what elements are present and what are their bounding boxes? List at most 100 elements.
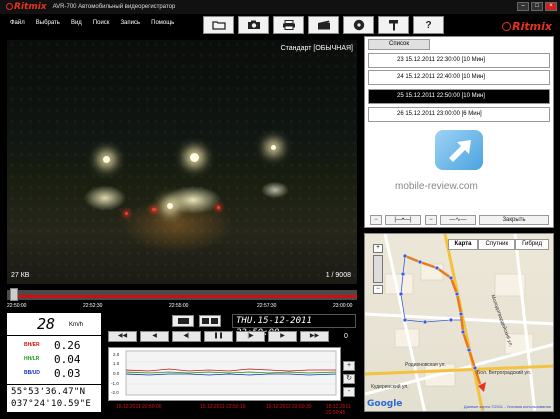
file-list-item[interactable]: 23 15.12.2011 22:30:00 [10 Мин]	[368, 53, 550, 68]
close-list-button[interactable]: Закрыть	[479, 215, 549, 225]
toolbar: ?	[203, 16, 444, 34]
speed-unit: Km/h	[69, 322, 84, 328]
rewind-button[interactable]: ◀◀	[108, 331, 137, 342]
playback-counter: 0	[344, 333, 348, 340]
map-panel[interactable]: + − Карта Спутник Гибрид Родионовская ул…	[364, 233, 554, 412]
graph-tick: -1.0	[111, 381, 119, 386]
menu-search[interactable]: Поиск	[93, 20, 110, 26]
timeline-label: 23:00:00	[333, 303, 353, 309]
tab-hybrid[interactable]: Гибрид	[515, 239, 549, 250]
speed-readout: 28 Km/h	[7, 313, 101, 336]
g-sensor-plot: 2.0 1.0 0.0 -1.0 -2.0	[111, 350, 337, 396]
tab-list[interactable]: Список	[368, 39, 430, 50]
title-bar: Ritmix AVR-700 Автомобильный видеорегист…	[0, 0, 560, 14]
burn-disc-button[interactable]	[343, 16, 374, 34]
file-list-item[interactable]: 26 15.12.2011 23:00:00 [6 Мин]	[368, 107, 550, 122]
video-bitrate-label: 27 КВ	[11, 272, 30, 279]
prev-frame-button[interactable]: ◀|	[172, 331, 201, 342]
g-sensor-value: 0.04	[54, 353, 81, 366]
map-zoom-slider[interactable]	[373, 255, 383, 283]
graph-refresh-button[interactable]: ↻	[343, 374, 355, 384]
pause-button[interactable]: ❚❚	[204, 331, 233, 342]
g-sensor-label: BB/UD	[24, 370, 40, 376]
help-button[interactable]: ?	[413, 16, 444, 34]
file-list-panel: Список 23 15.12.2011 22:30:00 [10 Мин] 2…	[364, 36, 554, 228]
file-list-actions: − |—•—| − —∿— Закрыть	[368, 214, 550, 226]
snapshot-button[interactable]	[238, 16, 269, 34]
graph-zoom-in-button[interactable]: +	[343, 361, 355, 371]
street-label: Бол. Ветроградский ул.	[477, 370, 532, 376]
menu-record[interactable]: Запись	[120, 20, 140, 26]
file-list-item-selected[interactable]: 25 15.12.2011 22:50:00 [10 Мин]	[368, 89, 550, 104]
graph-time: 15.12.2011 22:50:45	[326, 404, 351, 416]
menu-file[interactable]: Файл	[10, 20, 25, 26]
file-list-item[interactable]: 24 15.12.2011 22:40:00 [10 Мин]	[368, 70, 550, 85]
waveform-button[interactable]: —∿—	[440, 215, 476, 225]
longitude: 037°24'10.59"E	[11, 399, 92, 409]
graph-tick: 0.0	[113, 371, 120, 376]
street-label: Родионовская ул.	[405, 362, 446, 368]
map-zoom-in-button[interactable]: +	[373, 244, 383, 253]
video-player[interactable]: Стандарт [ОБЫЧНАЯ] 27 КВ 1 / 9008	[7, 40, 357, 284]
g-sensor-graph: 2.0 1.0 0.0 -1.0 -2.0	[108, 347, 341, 401]
timeline-label: 22:50:00	[7, 303, 27, 309]
step-back-button[interactable]: ◀	[140, 331, 169, 342]
g-sensor-row: BB/UD 0.03	[24, 367, 94, 380]
graph-zoom-out-button[interactable]: -	[343, 387, 355, 397]
map-zoom-out-button[interactable]: −	[373, 285, 383, 294]
window-controls: – □ ×	[517, 2, 557, 11]
range-slider[interactable]: |—•—|	[385, 215, 421, 225]
zoom-out-button[interactable]: −	[370, 215, 382, 225]
tab-satellite[interactable]: Спутник	[478, 239, 516, 250]
google-logo: Google	[367, 399, 403, 409]
tail-light	[217, 206, 220, 209]
speed-value: 28	[37, 315, 56, 333]
graph-tick: -2.0	[111, 390, 119, 395]
brand-logo: Ritmix	[502, 20, 552, 33]
disc-icon	[353, 19, 364, 31]
tab-map[interactable]: Карта	[447, 239, 479, 250]
maximize-button[interactable]: □	[531, 2, 543, 11]
arrow-icon	[449, 140, 471, 162]
timeline-handle[interactable]	[10, 288, 18, 301]
split-view-button[interactable]	[199, 315, 221, 327]
next-frame-button[interactable]: |▶	[236, 331, 265, 342]
help-icon: ?	[425, 19, 432, 31]
g-sensor-label: BH/ER	[24, 342, 40, 348]
settings-button[interactable]	[378, 16, 409, 34]
headlight	[190, 153, 199, 162]
g-sensor-row: HH/LR 0.04	[24, 353, 94, 366]
print-button[interactable]	[273, 16, 304, 34]
clip-button[interactable]	[308, 16, 339, 34]
graph-tick: 2.0	[113, 352, 120, 357]
g-sensor-value: 0.26	[54, 339, 81, 352]
video-mode-label: Стандарт [ОБЫЧНАЯ]	[280, 45, 353, 52]
latitude: 55°53'36.47"N	[11, 387, 86, 397]
timeline-label: 22:52:30	[83, 303, 103, 309]
menu-bar: Файл Выбрать Вид Поиск Запись Помощь ? R…	[0, 14, 560, 36]
single-view-button[interactable]	[172, 315, 194, 327]
graph-tick: 1.0	[113, 361, 120, 366]
menu-select[interactable]: Выбрать	[36, 20, 60, 26]
minimize-button[interactable]: –	[517, 2, 529, 11]
watermark-logo	[435, 130, 483, 170]
frame-counter: 1 / 9008	[325, 272, 351, 279]
close-button[interactable]: ×	[545, 2, 557, 11]
open-folder-button[interactable]	[203, 16, 234, 34]
menu-view[interactable]: Вид	[71, 20, 82, 26]
play-button[interactable]: ▶	[268, 331, 297, 342]
timeline[interactable]: 22:50:00 22:52:30 22:55:00 22:57:30 23:0…	[7, 287, 357, 310]
clapperboard-icon	[317, 20, 330, 30]
map-zoom-control[interactable]: + −	[373, 244, 387, 296]
g-sensor-row: BH/ER 0.26	[24, 339, 94, 352]
gps-coordinates: 55°53'36.47"N 037°24'10.59"E	[7, 384, 101, 412]
timeline-recorded-bar	[14, 295, 357, 298]
headlight	[103, 156, 110, 163]
map-attribution[interactable]: Данные карты ©2011 - Условия использован…	[464, 404, 551, 409]
menu-help[interactable]: Помощь	[151, 20, 174, 26]
graph-time: 15.12.2011 22:50:00	[116, 404, 162, 410]
fast-forward-button[interactable]: ▶▶	[300, 331, 329, 342]
hammer-icon	[388, 20, 398, 31]
map-type-tabs: Карта Спутник Гибрид	[447, 239, 549, 250]
zoom-in-button[interactable]: −	[425, 215, 437, 225]
